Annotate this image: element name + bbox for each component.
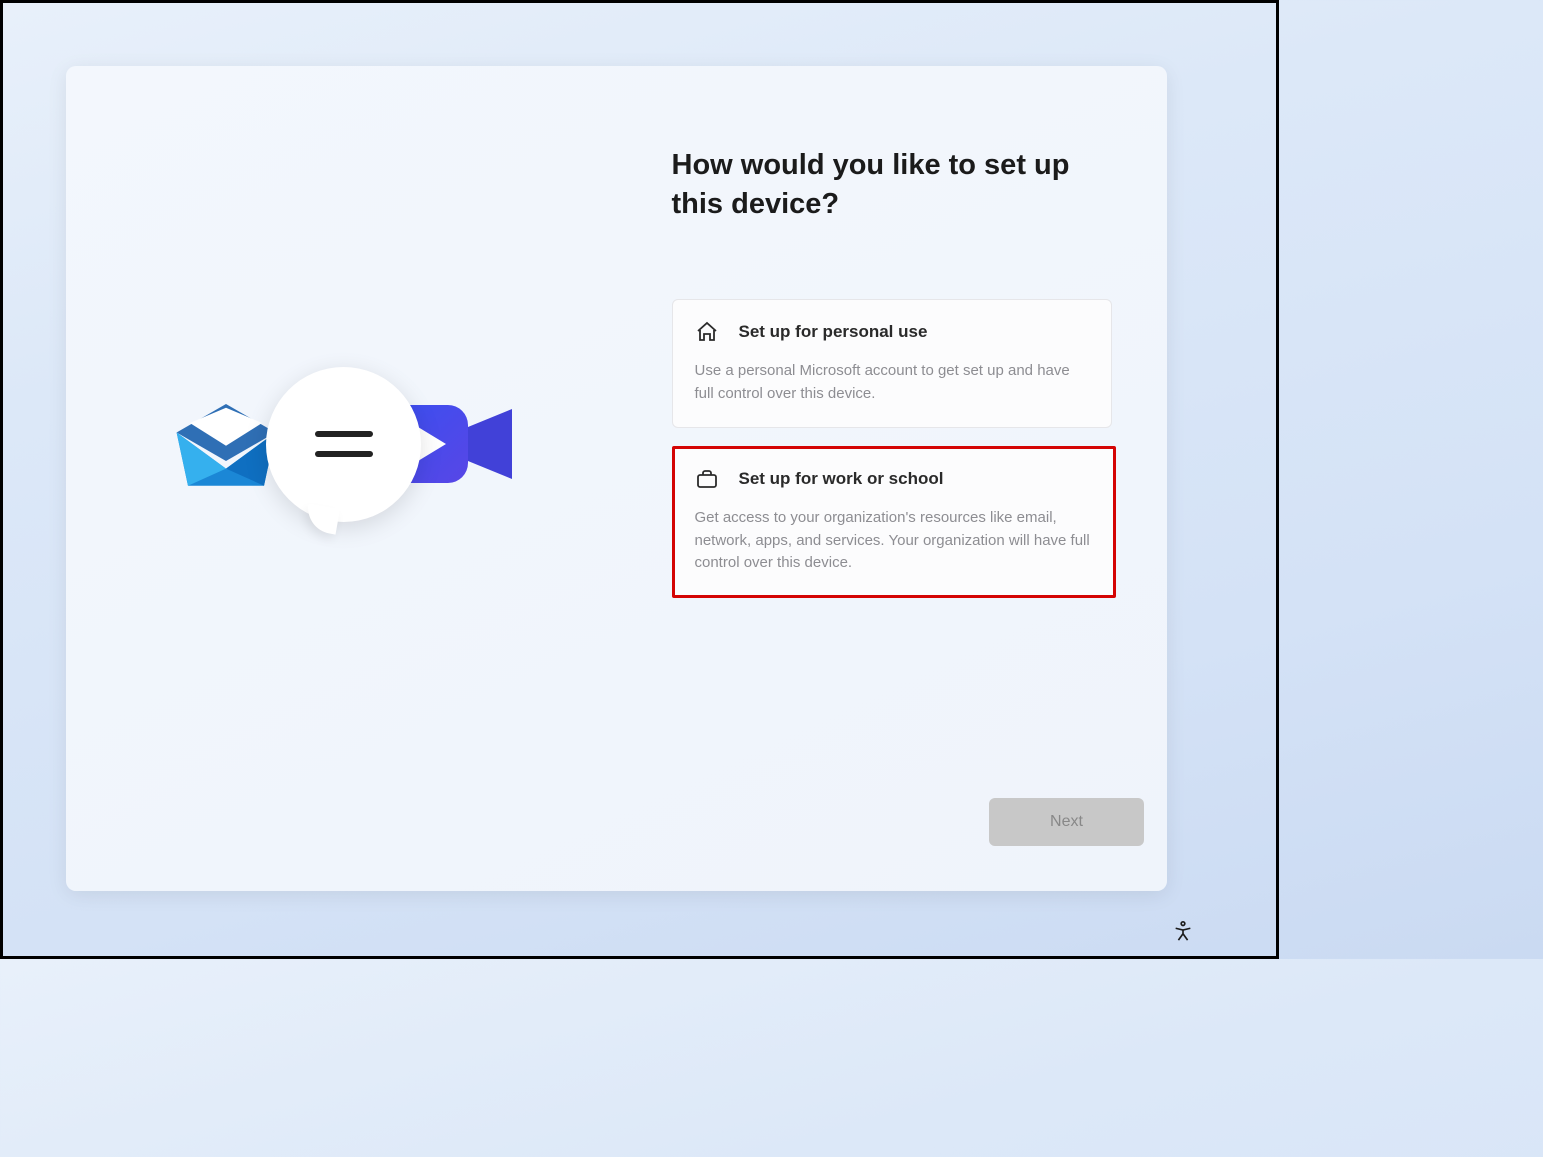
hero-illustration bbox=[166, 349, 516, 549]
hero-pane bbox=[66, 66, 617, 891]
option-header: Set up for personal use bbox=[695, 320, 1089, 344]
option-personal-use[interactable]: Set up for personal use Use a personal M… bbox=[672, 299, 1112, 428]
home-icon bbox=[695, 320, 719, 344]
chat-line bbox=[315, 451, 373, 457]
option-title: Set up for personal use bbox=[739, 322, 928, 342]
content-pane: How would you like to set up this device… bbox=[617, 66, 1168, 891]
setup-card: How would you like to set up this device… bbox=[66, 66, 1167, 891]
option-description: Use a personal Microsoft account to get … bbox=[695, 360, 1089, 405]
option-work-school[interactable]: Set up for work or school Get access to … bbox=[672, 446, 1116, 598]
accessibility-button[interactable] bbox=[1165, 914, 1201, 950]
briefcase-icon bbox=[695, 467, 719, 491]
chat-line bbox=[315, 431, 373, 437]
page-title: How would you like to set up this device… bbox=[672, 146, 1128, 224]
accessibility-icon bbox=[1172, 920, 1194, 945]
option-title: Set up for work or school bbox=[739, 469, 944, 489]
chat-bubble-icon bbox=[266, 367, 421, 522]
option-description: Get access to your organization's resour… bbox=[695, 507, 1093, 575]
option-header: Set up for work or school bbox=[695, 467, 1093, 491]
next-button[interactable]: Next bbox=[989, 798, 1144, 846]
